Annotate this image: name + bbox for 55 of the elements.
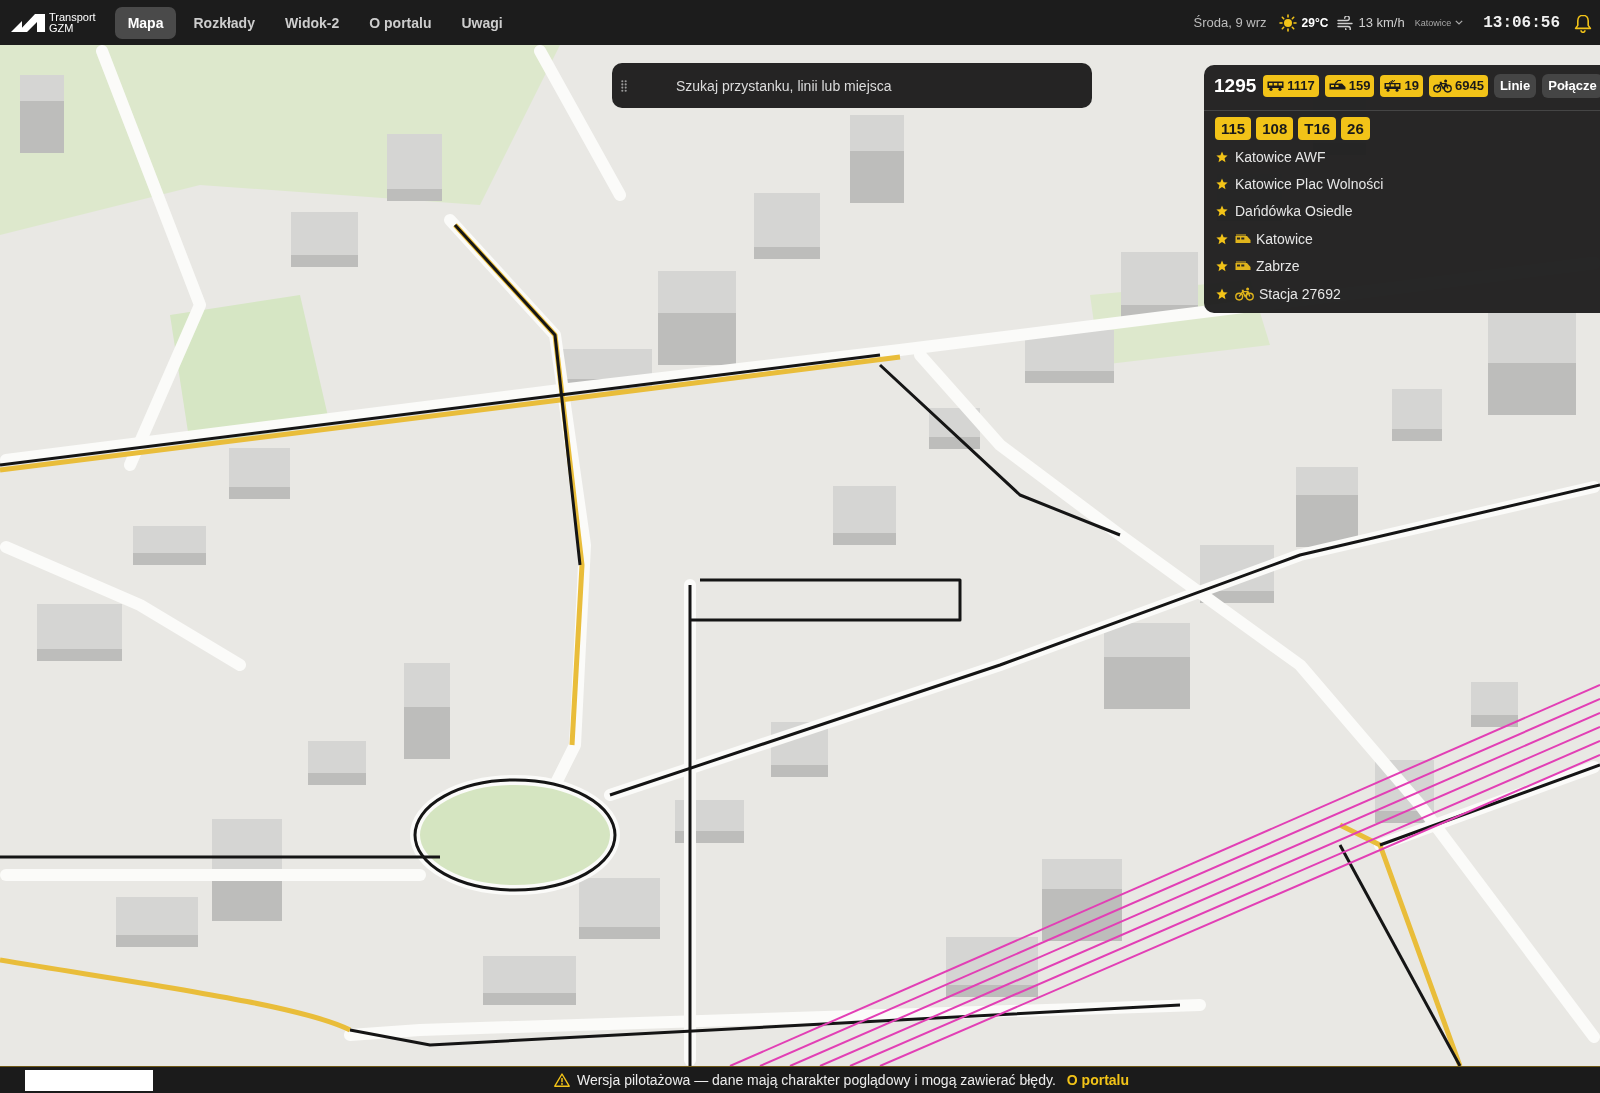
trolleybus-icon bbox=[1384, 79, 1402, 92]
logo-text: Transport GZM bbox=[49, 11, 96, 34]
building bbox=[229, 448, 290, 499]
favorite-place-name[interactable]: Katowice bbox=[1256, 230, 1313, 247]
clock-label: 13:06:56 bbox=[1483, 13, 1560, 32]
vehicle-count-chip[interactable]: 1117 bbox=[1263, 74, 1319, 97]
about-link[interactable]: O portalu bbox=[1066, 1072, 1130, 1088]
building bbox=[387, 134, 442, 201]
wind-speed-label: 13 km/h bbox=[1358, 15, 1405, 30]
building bbox=[1471, 682, 1518, 727]
building bbox=[1392, 389, 1442, 441]
chevron-down-icon bbox=[1455, 20, 1464, 25]
building bbox=[308, 741, 366, 785]
building bbox=[833, 486, 896, 545]
building bbox=[291, 212, 358, 267]
sun-icon bbox=[1278, 13, 1297, 32]
temperature-label: 29°C bbox=[1301, 15, 1329, 30]
bus-icon bbox=[1267, 80, 1285, 91]
warning-icon bbox=[553, 1073, 570, 1087]
building bbox=[675, 800, 744, 843]
nav-tab[interactable]: O portalu bbox=[356, 6, 445, 39]
line-chip[interactable]: T16 bbox=[1298, 117, 1337, 140]
date-label: Środa, 9 wrz bbox=[1193, 15, 1267, 30]
search-field[interactable]: Szukaj przystanku, linii lub miejsca bbox=[612, 63, 1092, 108]
bicycle-icon bbox=[1432, 78, 1452, 93]
vehicle-count-chip[interactable]: 159 bbox=[1324, 74, 1375, 97]
connections-button[interactable]: Połącze bbox=[1542, 73, 1600, 98]
favorite-place-name[interactable]: Katowice AWF bbox=[1235, 148, 1326, 165]
nav-tab[interactable]: Uwagi bbox=[448, 6, 516, 39]
favorite-place-name[interactable]: Dańdówka Osiedle bbox=[1235, 203, 1353, 220]
vehicle-count-chip[interactable]: 19 bbox=[1380, 74, 1423, 97]
bicycle-icon bbox=[1235, 286, 1254, 301]
train-icon bbox=[1328, 80, 1346, 91]
drag-handle-icon[interactable] bbox=[621, 80, 627, 92]
favorite-place-name[interactable]: Zabrze bbox=[1256, 258, 1300, 275]
train-icon bbox=[1235, 233, 1251, 244]
train-icon bbox=[1235, 261, 1251, 272]
notice-text: Wersja pilotażowa — dane mają charakter poglądowy i mogą zawierać błędy. bbox=[576, 1072, 1056, 1088]
vehicle-count-chip[interactable]: 6945 bbox=[1428, 74, 1488, 97]
line-chip[interactable]: 115 bbox=[1215, 117, 1252, 140]
bell-icon[interactable] bbox=[1574, 12, 1592, 33]
lines-button[interactable]: Linie bbox=[1493, 73, 1537, 98]
wind-icon bbox=[1337, 15, 1355, 30]
nav-tab[interactable]: Widok-2 bbox=[271, 6, 353, 39]
logo-icon bbox=[11, 13, 45, 32]
line-chip[interactable]: 108 bbox=[1256, 117, 1294, 140]
building bbox=[929, 408, 980, 449]
city-dropdown[interactable]: Katowice bbox=[1414, 17, 1464, 28]
nav-tab[interactable]: Rozkłady bbox=[180, 6, 268, 39]
favorite-place-name[interactable]: Stacja 27692 bbox=[1259, 285, 1341, 302]
line-chip[interactable]: 26 bbox=[1341, 117, 1370, 140]
nav-tab[interactable]: Mapa bbox=[114, 6, 177, 39]
building bbox=[754, 193, 820, 259]
vehicle-total-label: 1295 bbox=[1214, 74, 1257, 97]
favorite-place-name[interactable]: Katowice Plac Wolności bbox=[1235, 176, 1384, 193]
